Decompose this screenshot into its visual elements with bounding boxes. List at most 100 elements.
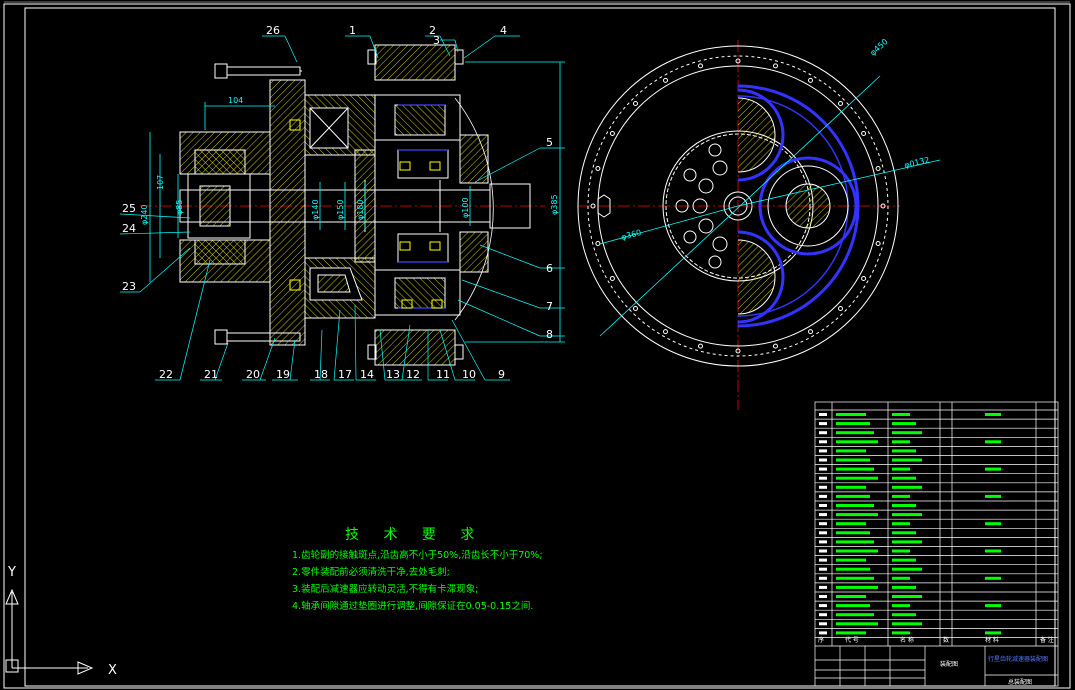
drawing-type: 装配图 [940,660,958,668]
bom-name-mark [892,476,916,480]
part-number-12: 12 [406,368,420,381]
requirement-3: 3.装配后减速器应转动灵活,不得有卡滞现象; [292,583,478,595]
bom-index-mark [819,604,827,608]
part-number-21: 21 [204,368,218,381]
requirement-2: 2.零件装配前必须清洗干净,去处毛刺; [292,566,450,578]
ucs-icon [5,588,94,675]
part-number-14: 14 [360,368,374,381]
bom-index-mark [819,494,827,498]
ucs-x-label: X [108,663,117,678]
dim-140: φ140 [311,199,320,220]
bom-name-mark [892,467,910,471]
bom-name-mark [892,631,910,635]
bom-index-mark [819,422,827,426]
bom-code-mark [836,440,878,444]
bom-code-mark [836,622,878,626]
requirements-title: 技 术 要 求 [345,527,484,543]
bom-index-mark [819,440,827,444]
part-number-13: 13 [386,368,400,381]
bom-index-mark [819,549,827,553]
bom-code-mark [836,549,878,553]
bom-code-mark [836,422,870,426]
part-number-23: 23 [122,280,136,293]
bom-name-mark [892,549,910,553]
bom-index-mark [819,458,827,462]
bom-material-mark [985,440,1001,444]
dim-385: φ385 [550,194,559,215]
bom-index-mark [819,622,827,626]
ring-bolt-hole [633,101,638,106]
bom-index-mark [819,531,827,535]
bom-material-mark [985,576,1001,580]
bom-name-mark [892,422,916,426]
bom-name-mark [892,485,922,489]
dim-85: φ85 [175,200,184,215]
bom-code-mark [836,513,878,517]
ring-flange-top [374,44,456,81]
dim-150: φ150 [336,199,345,220]
ring-bolt-hole [698,343,703,349]
bom-code-mark [836,467,874,471]
dim-180: φ180 [356,199,365,220]
bom-material-mark [985,413,1001,416]
bom-name-mark [892,413,910,416]
part-number-9: 9 [498,368,505,381]
bom-name-mark [892,604,910,608]
bom-code-mark [836,576,874,580]
cad-drawing-canvas[interactable]: 1 2 3 4 5 6 7 8 9 10 11 12 13 14 17 18 1… [0,0,1075,690]
ring-bolt-hole [595,241,601,246]
bom-code-mark [836,595,866,598]
drawing-frame [3,1,1071,689]
bom-code-mark [836,567,870,571]
bom-index-mark [819,613,827,617]
bom-index-mark [819,558,827,562]
requirement-4: 4.轴承间隙通过垫圈进行调整,间隙保证在0.05-0.15之间. [292,600,533,612]
bom-code-mark [836,485,866,489]
bom-index-mark [819,476,827,480]
bom-code-mark [836,604,870,608]
bom-code-mark [836,585,878,589]
bom-code-mark [836,631,866,635]
dim-107: 107 [156,175,165,190]
bom-name-mark [892,595,922,598]
ring-bolt-hole [773,343,778,349]
bom-code-mark [836,522,866,526]
part-number-25: 25 [122,202,136,215]
bom-index-mark [819,567,827,571]
ring-bolt-hole [861,131,867,136]
bom-header-index: 序 [818,636,824,644]
bom-name-mark [892,513,922,517]
bom-name-mark [892,576,910,580]
bom-index-mark [819,467,827,471]
bom-code-mark [836,413,866,416]
part-number-17: 17 [338,368,352,381]
dim-132: φ0132 [903,155,930,170]
bom-code-mark [836,540,874,544]
technical-requirements: 技 术 要 求 1.齿轮副的接触斑点,沿齿高不小于50%,沿齿长不小于70%; … [292,527,543,612]
bom-header-remark: 备 注 [1040,636,1054,644]
ring-bolt-hole [595,166,601,171]
dim-450: φ450 [868,37,889,57]
bom-code-mark [836,476,878,480]
bom-index-mark [819,413,827,416]
ring-bolt-hole [808,77,813,83]
part-number-24: 24 [122,222,136,235]
dim-100: φ100 [461,197,470,218]
ring-bolt-hole [663,77,668,83]
bom-code-mark [836,431,874,435]
dim-104: 104 [228,96,243,105]
part-number-10: 10 [462,368,476,381]
part-number-26: 26 [266,24,280,37]
bom-index-mark [819,631,827,635]
bom-material-mark [985,604,1001,608]
ucs-y-label: Y [7,565,16,580]
bom-code-mark [836,531,870,535]
bom-index-mark [819,540,827,544]
ring-flange-bottom [374,329,456,366]
bom-index-mark [819,595,827,598]
bom-material-mark [985,467,1001,471]
part-number-5: 5 [546,136,553,149]
bom-material-mark [985,549,1001,553]
bom-code-mark [836,613,874,617]
part-number-3: 3 [433,34,440,47]
